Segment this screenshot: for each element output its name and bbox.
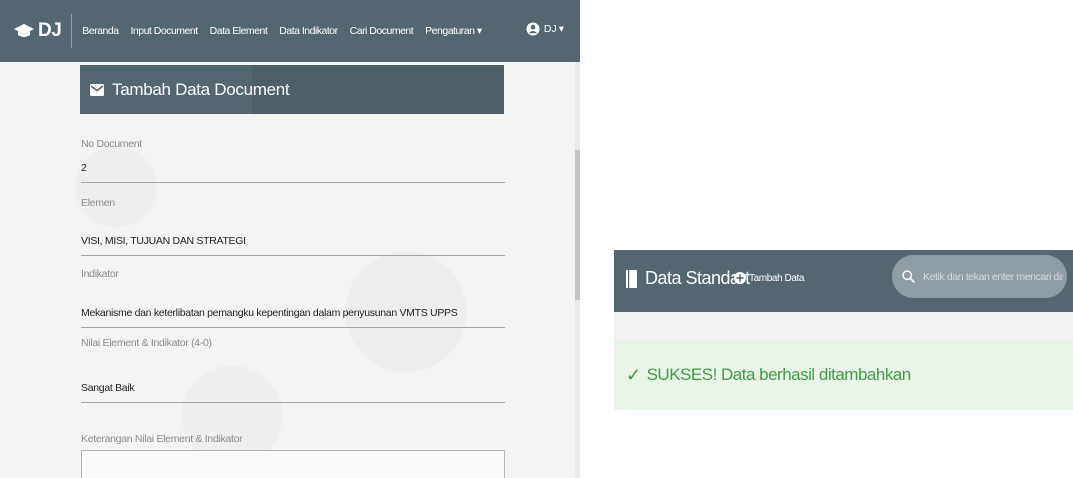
field-underline xyxy=(81,182,505,183)
scrollbar-thumb[interactable] xyxy=(575,150,580,300)
chevron-down-icon: ▾ xyxy=(558,23,564,35)
elemen-select[interactable]: VISI, MISI, TUJUAN DAN STRATEGI xyxy=(81,235,246,247)
nav-item-data-element[interactable]: Data Element xyxy=(210,25,268,37)
field-underline xyxy=(81,402,505,403)
check-icon: ✓ xyxy=(626,364,641,385)
field-label-no-document: No Document xyxy=(81,138,142,150)
alert-message: SUKSES! Data berhasil ditambahkan xyxy=(646,365,912,384)
nav-item-cari-document[interactable]: Cari Document xyxy=(350,25,414,37)
no-document-input[interactable]: 2 xyxy=(81,162,87,174)
standart-header-bar: Data Standart Tambah Data xyxy=(614,250,1073,312)
plus-circle-icon xyxy=(734,272,746,284)
graduation-cap-icon xyxy=(14,24,34,37)
user-menu[interactable]: DJ ▾ xyxy=(526,22,564,36)
nav-item-pengaturan-label: Pengaturan xyxy=(425,25,475,37)
brand[interactable]: DJ xyxy=(0,0,62,62)
field-label-indikator: Indikator xyxy=(81,268,119,280)
nav-item-pengaturan[interactable]: Pengaturan ▾ xyxy=(425,25,482,37)
field-label-nilai: Nilai Element & Indikator (4-0) xyxy=(81,337,212,349)
card-header: Tambah Data Document xyxy=(80,65,504,114)
search-box[interactable] xyxy=(892,255,1067,298)
search-input[interactable] xyxy=(923,270,1063,283)
field-underline xyxy=(81,255,505,256)
standart-title-wrap: Data Standart xyxy=(626,268,750,289)
card-title: Tambah Data Document xyxy=(112,79,290,99)
content-background xyxy=(614,312,1073,340)
field-label-elemen: Elemen xyxy=(81,197,115,209)
navbar-divider xyxy=(71,14,73,48)
document-form-screen: DJ Beranda Input Document Data Element D… xyxy=(0,0,580,478)
card-header-accent xyxy=(252,65,504,114)
nav-item-beranda[interactable]: Beranda xyxy=(82,25,119,37)
field-label-keterangan: Keterangan Nilai Element & Indikator xyxy=(81,433,243,445)
user-circle-icon xyxy=(526,22,540,36)
add-data-button[interactable]: Tambah Data xyxy=(734,272,804,284)
success-alert: ✓ SUKSES! Data berhasil ditambahkan xyxy=(614,340,1073,410)
brand-name: DJ xyxy=(38,20,62,41)
envelope-icon xyxy=(90,83,104,96)
top-navbar: DJ Beranda Input Document Data Element D… xyxy=(0,0,580,62)
add-data-label: Tambah Data xyxy=(749,272,805,284)
field-underline xyxy=(81,327,505,328)
search-icon xyxy=(902,270,915,283)
user-name: DJ xyxy=(543,23,557,35)
card-header-content: Tambah Data Document xyxy=(90,79,290,100)
nav-item-input-document[interactable]: Input Document xyxy=(131,25,199,37)
book-icon xyxy=(626,269,637,288)
nilai-select[interactable]: Sangat Baik xyxy=(81,382,135,394)
nav-item-data-indikator[interactable]: Data Indikator xyxy=(279,25,338,37)
indikator-select[interactable]: Mekanisme dan keterlibatan pemangku kepe… xyxy=(81,307,458,319)
chevron-down-icon: ▾ xyxy=(476,25,482,37)
keterangan-textarea[interactable] xyxy=(81,450,505,478)
nav-menu: Beranda Input Document Data Element Data… xyxy=(82,25,493,37)
